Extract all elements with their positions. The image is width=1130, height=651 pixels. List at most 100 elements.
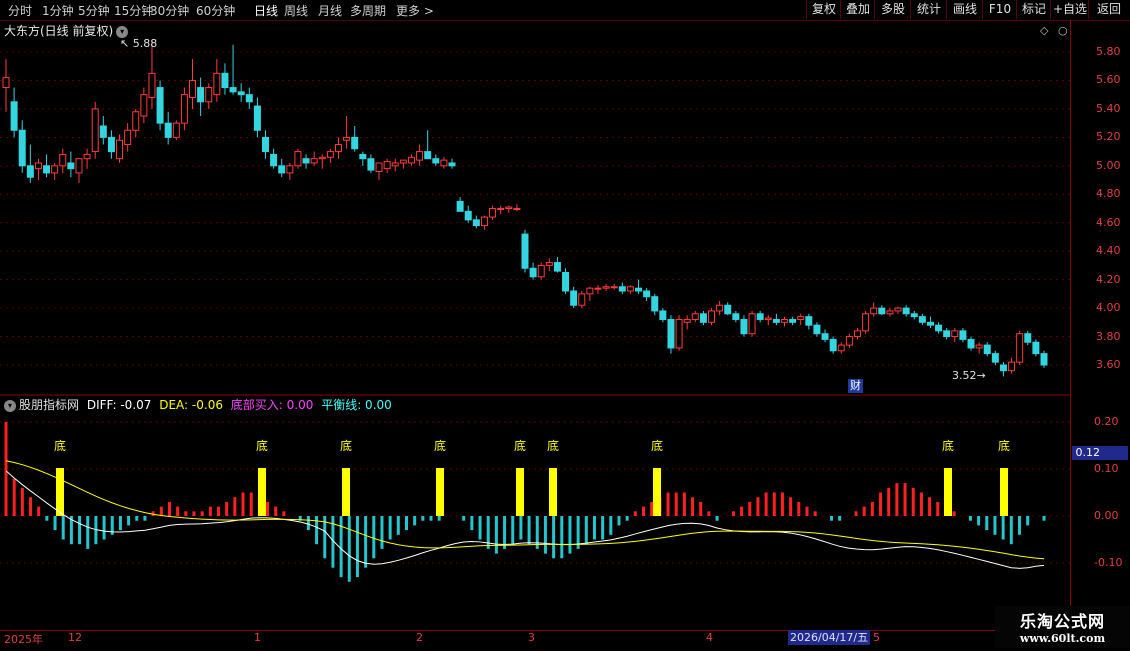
bottom-signal-bar xyxy=(258,468,266,516)
candle-body xyxy=(845,336,853,346)
period-tab[interactable]: 1分钟 xyxy=(42,2,74,19)
candle-body xyxy=(107,136,115,153)
candle-body xyxy=(399,159,407,164)
date-axis xyxy=(0,630,1070,651)
date-label: 2025年 xyxy=(4,633,43,646)
indicator-tick: 0.10 xyxy=(1094,462,1119,475)
period-tab[interactable]: 月线 xyxy=(318,2,342,19)
toolbar-button[interactable]: 标记 xyxy=(1016,0,1051,19)
candle-body xyxy=(553,262,561,272)
candle-body xyxy=(740,318,748,335)
toolbar-button[interactable]: 统计 xyxy=(910,0,947,19)
period-tab[interactable]: 30分钟 xyxy=(150,2,189,19)
current-value: 0.12 xyxy=(1075,446,1101,459)
toolbar-button[interactable]: +自选 xyxy=(1050,0,1089,19)
date-label: 2 xyxy=(416,631,423,644)
candle-body xyxy=(383,161,391,170)
bottom-signal-bar xyxy=(56,468,64,516)
bottom-signal-label: 底 xyxy=(998,438,1010,453)
candle-body xyxy=(935,324,943,332)
price-tick: 4.80 xyxy=(1096,187,1121,201)
toolbar-button[interactable]: 叠加 xyxy=(840,0,875,19)
price-tick: 3.80 xyxy=(1096,329,1121,343)
date-cursor-label: 2026/04/17/五 xyxy=(788,630,871,645)
bottom-signal-bar xyxy=(944,468,952,516)
candle-body xyxy=(756,313,764,320)
candle-body xyxy=(894,307,902,312)
period-tab[interactable]: 60分钟 xyxy=(196,2,235,19)
date-label: 4 xyxy=(706,631,713,644)
candle-body xyxy=(1008,361,1016,372)
candle-body xyxy=(716,304,724,312)
bottom-signal-bar xyxy=(342,468,350,516)
watermark: 乐淘公式网 www.60lt.com xyxy=(995,606,1130,648)
candle-body xyxy=(1040,353,1048,366)
toolbar-button[interactable]: 画线 xyxy=(946,0,983,19)
period-tab[interactable]: 日线 xyxy=(254,2,278,19)
candle-body xyxy=(853,330,861,338)
candle-body xyxy=(667,318,675,349)
candle-body xyxy=(724,304,732,315)
dea-label: DEA: -0.06 xyxy=(159,398,223,412)
candle-body xyxy=(610,286,618,289)
candle-body xyxy=(213,72,221,96)
toolbar-button[interactable]: 复权 xyxy=(806,0,841,19)
candle-body xyxy=(862,313,870,332)
candle-body xyxy=(253,105,261,131)
candle-body xyxy=(43,165,51,174)
candle-body xyxy=(172,122,180,138)
price-tick: 4.20 xyxy=(1096,272,1121,286)
period-tab[interactable]: 多周期 xyxy=(350,2,386,19)
finance-badge[interactable]: 财 xyxy=(848,379,863,393)
candle-body xyxy=(643,290,651,298)
candle-body xyxy=(343,136,351,141)
candle-body xyxy=(505,206,513,209)
balance-label: 平衡线: 0.00 xyxy=(321,398,392,412)
candle-body xyxy=(124,129,132,145)
top-toolbar: 分时 1分钟 5分钟 15分钟 30分钟 60分钟 日线 周线 月线 多周期 更多 > 复权 叠加 多股… xyxy=(0,0,1130,21)
price-tick: 5.80 xyxy=(1096,45,1121,58)
period-tab[interactable]: 15分钟 xyxy=(114,2,153,19)
high-value: 5.88 xyxy=(132,37,158,50)
candle-body xyxy=(918,316,926,323)
candle-body xyxy=(586,287,594,295)
candle-body xyxy=(870,307,878,315)
candle-body xyxy=(748,313,756,335)
period-tab[interactable]: 更多 > xyxy=(396,2,434,19)
indicator-tick: 0.00 xyxy=(1094,509,1119,522)
price-tick: 4.40 xyxy=(1096,244,1121,258)
chevron-down-icon[interactable]: ▾ xyxy=(4,399,16,412)
candle-body xyxy=(26,165,34,178)
candle-body xyxy=(618,286,626,292)
current-value-label: 0.12 xyxy=(1072,446,1128,460)
candle-body xyxy=(116,139,124,160)
period-tab[interactable]: 分时 xyxy=(8,2,32,19)
candle-body xyxy=(286,165,294,174)
toolbar-button[interactable]: F10 xyxy=(982,0,1017,19)
toolbar-button[interactable]: 返回 xyxy=(1088,0,1129,19)
candle-body xyxy=(99,125,107,138)
candle-body xyxy=(708,310,716,323)
candle-body xyxy=(132,111,140,131)
price-tick: 3.60 xyxy=(1096,358,1121,371)
candle-body xyxy=(659,310,667,320)
bottom-signal-label: 底 xyxy=(651,438,663,453)
candle-body xyxy=(545,262,553,266)
bottom-signal-bar xyxy=(549,468,557,516)
indicator-tick: 0.20 xyxy=(1094,415,1119,428)
candle-body xyxy=(424,151,432,160)
price-tick: 5.20 xyxy=(1096,130,1121,144)
period-tab[interactable]: 5分钟 xyxy=(78,2,110,19)
candle-body xyxy=(821,333,829,340)
candle-body xyxy=(594,287,602,290)
candle-body xyxy=(294,151,302,167)
candle-body xyxy=(651,296,659,312)
bottom-signal-label: 底 xyxy=(434,438,446,453)
watermark-url: www.60lt.com xyxy=(1019,632,1106,645)
toolbar-button[interactable]: 多股 xyxy=(874,0,911,19)
kline-chart[interactable]: 底底底底底底底底底 xyxy=(0,20,1070,630)
candle-body xyxy=(943,330,951,338)
period-tab[interactable]: 周线 xyxy=(284,2,308,19)
candle-body xyxy=(83,153,91,160)
candle-body xyxy=(375,162,383,173)
